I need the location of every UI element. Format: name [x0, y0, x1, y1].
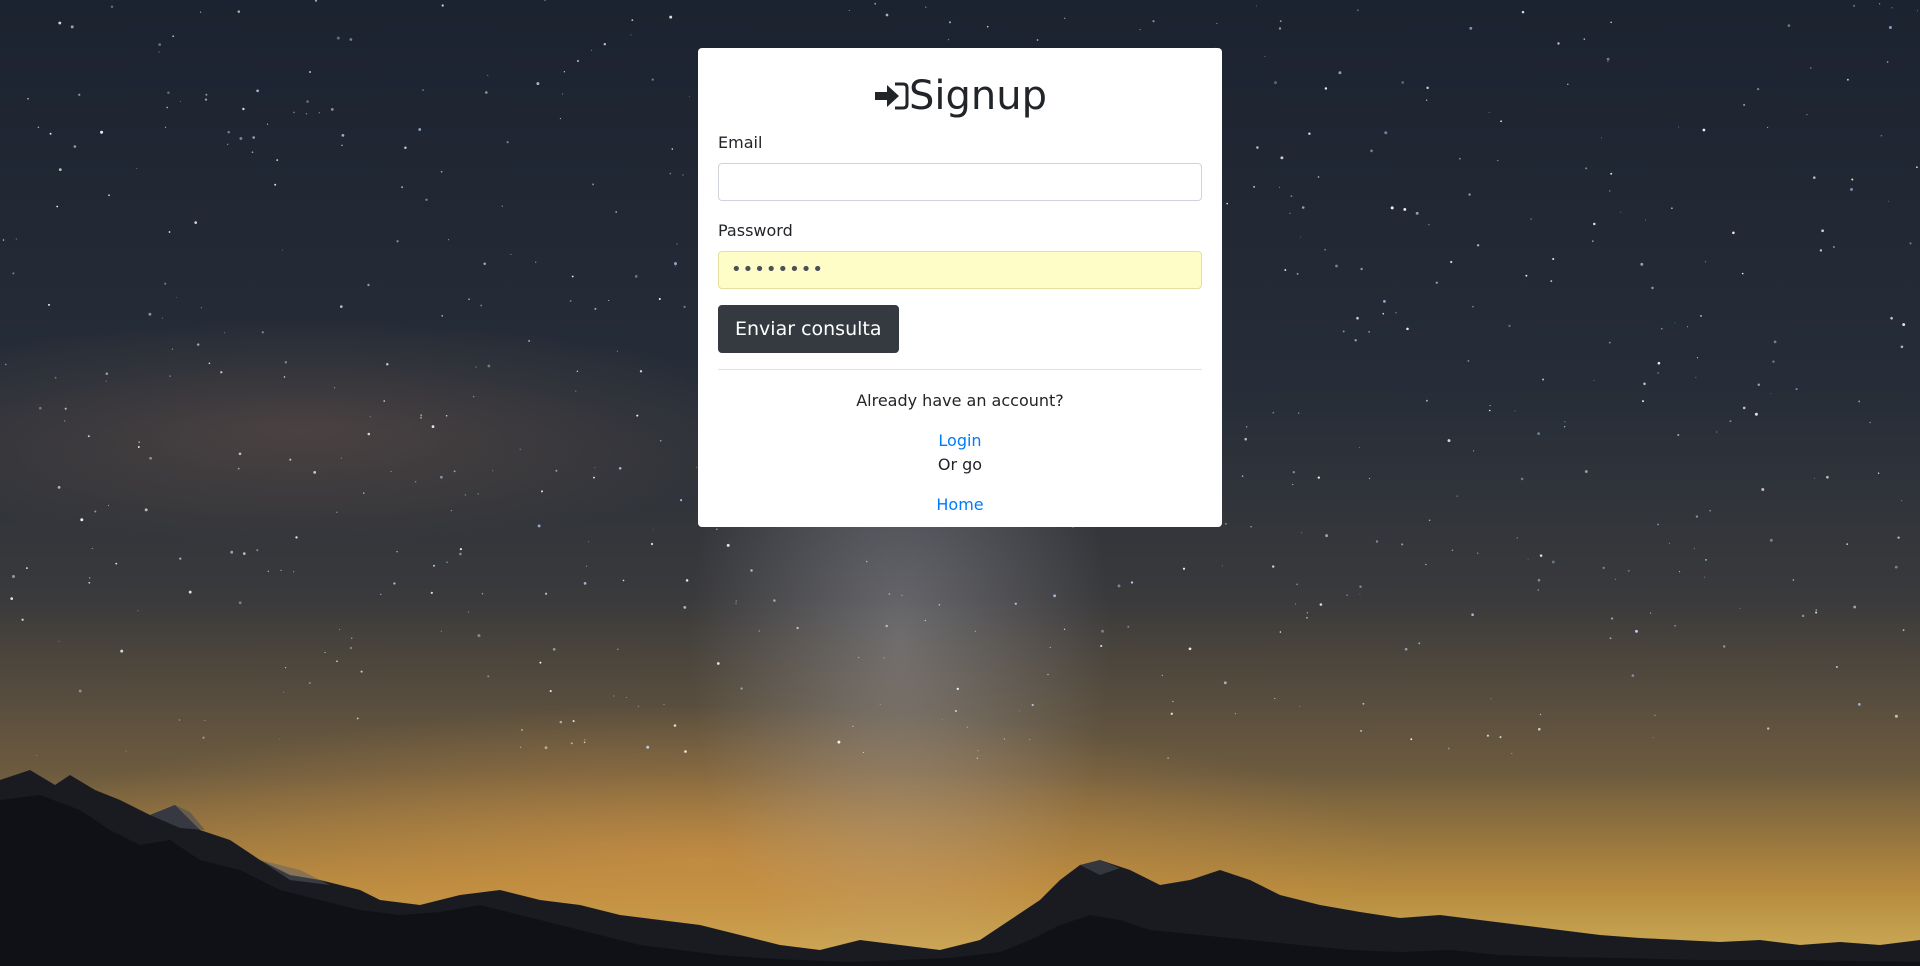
signup-card: Signup Email Password •••••••• Enviar co… [698, 48, 1222, 527]
password-label: Password [718, 221, 793, 240]
email-field[interactable] [718, 163, 1202, 201]
submit-button[interactable]: Enviar consulta [718, 305, 899, 353]
divider [718, 369, 1202, 370]
already-account-text: Already have an account? [856, 391, 1064, 410]
home-link-wrapper: Home [718, 493, 1202, 517]
login-link[interactable]: Login [938, 431, 981, 450]
signup-header: Signup [718, 48, 1202, 144]
email-label: Email [718, 133, 763, 152]
login-link-wrapper: Login [718, 429, 1202, 453]
page-title: Signup [909, 73, 1047, 119]
or-go-text: Or go [937, 455, 983, 474]
home-link[interactable]: Home [936, 495, 983, 514]
password-field[interactable]: •••••••• [718, 251, 1202, 289]
sign-in-icon [875, 82, 909, 110]
